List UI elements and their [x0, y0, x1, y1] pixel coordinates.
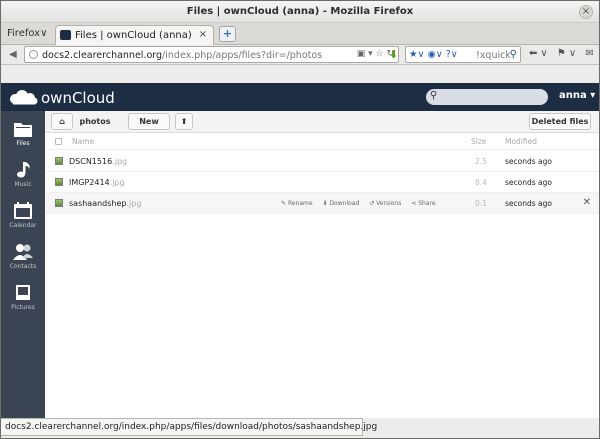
owncloud-logo-icon[interactable]	[7, 89, 39, 105]
calendar-icon	[14, 202, 32, 219]
tab-label: Files | ownCloud (anna)	[75, 30, 192, 41]
column-modified[interactable]: Modified	[505, 137, 537, 146]
files-controls: ⌂ photos New ⬆ Deleted files	[45, 111, 599, 133]
file-name[interactable]: sashaandshep.jpg	[69, 199, 141, 208]
download-action[interactable]: ⬇ Download	[322, 200, 359, 207]
delete-icon[interactable]: ✕	[583, 197, 591, 208]
firefox-menu-button[interactable]: Firefox∨	[7, 28, 47, 39]
deleted-files-button[interactable]: Deleted files	[529, 113, 591, 130]
nav-calendar-label: Calendar	[9, 222, 37, 229]
image-file-icon	[55, 199, 63, 207]
file-basename: DSCN1516	[69, 157, 113, 166]
share-action[interactable]: ⋖ Share	[411, 200, 435, 207]
file-basename: IMGP2414	[69, 178, 110, 187]
url-bar[interactable]: docs2.clearerchannel.org/index.php/apps/…	[24, 46, 399, 63]
site-identity-icon[interactable]	[29, 50, 38, 59]
share-label: Share	[418, 200, 436, 207]
file-row[interactable]: sashaandshep.jpg ✎ Rename ⬇ Download ↺ V…	[45, 193, 599, 214]
magnifier-icon[interactable]: ⚲	[510, 49, 517, 60]
nav-files-label: Files	[16, 140, 30, 147]
file-modified: seconds ago	[505, 199, 552, 208]
new-button[interactable]: New	[128, 113, 170, 130]
file-modified: seconds ago	[505, 178, 552, 187]
toolbar-extra-icons[interactable]: ⬅∨ ⚑∨ ✉	[529, 48, 597, 59]
file-size: 8.4	[475, 178, 487, 187]
window-close-button[interactable]: ×	[579, 5, 593, 19]
owncloud-search-input[interactable]: ⚲	[426, 89, 548, 105]
download-icon: ⬇	[322, 200, 328, 207]
owncloud-brand[interactable]: ownCloud	[41, 89, 115, 107]
rename-label: Rename	[287, 200, 313, 207]
back-arrow-icon[interactable]: ◀	[9, 49, 17, 60]
search-engine-icons[interactable]: ★∨ ◉∨ ?∨	[409, 49, 458, 60]
versions-label: Versions	[376, 200, 402, 207]
tab-bar: Firefox∨ Files | ownCloud (anna) × +	[1, 23, 599, 45]
owncloud-header: ownCloud ⚲ anna ▾	[1, 83, 599, 111]
image-file-icon	[55, 178, 63, 186]
status-link-url: docs2.clearerchannel.org/index.php/apps/…	[5, 422, 378, 432]
file-extension: .jpg	[109, 178, 125, 187]
window-title-bar: Files | ownCloud (anna) - Mozilla Firefo…	[1, 1, 599, 23]
nav-contacts-label: Contacts	[9, 263, 37, 270]
rename-action[interactable]: ✎ Rename	[281, 200, 313, 207]
nav-music[interactable]: Music	[1, 156, 45, 196]
nav-files[interactable]: Files	[1, 115, 45, 155]
file-size: 0.1	[475, 199, 487, 208]
nav-pictures-label: Pictures	[11, 304, 35, 311]
nav-calendar[interactable]: Calendar	[1, 197, 45, 237]
versions-action[interactable]: ↺ Versions	[369, 200, 401, 207]
folder-icon	[14, 123, 32, 137]
new-tab-button[interactable]: +	[219, 26, 236, 42]
user-menu[interactable]: anna ▾	[559, 90, 595, 101]
file-basename: sashaandshep	[69, 199, 127, 208]
window-title: Files | ownCloud (anna) - Mozilla Firefo…	[186, 6, 414, 17]
file-extension: .jpg	[112, 157, 128, 166]
url-host: docs2.clearerchannel.org	[42, 50, 163, 61]
app-navigation: Files Music Calendar Contacts Pictures	[1, 111, 45, 418]
file-table-header: Name Size Modified	[45, 134, 599, 150]
pencil-icon: ✎	[281, 200, 287, 207]
download-arrow-icon[interactable]: ⬇	[389, 48, 398, 61]
download-label: Download	[329, 200, 360, 207]
select-all-checkbox[interactable]	[55, 138, 62, 145]
search-input[interactable]: !xquick	[476, 50, 511, 61]
tab-owncloud-files[interactable]: Files | ownCloud (anna) ×	[55, 25, 214, 45]
share-icon: ⋖	[411, 200, 417, 207]
nav-contacts[interactable]: Contacts	[1, 238, 45, 278]
history-icon: ↺	[369, 200, 375, 207]
image-file-icon	[55, 157, 63, 165]
file-size: 2.5	[475, 157, 487, 166]
search-icon: ⚲	[430, 90, 438, 101]
file-name[interactable]: DSCN1516.jpg	[69, 157, 127, 166]
file-modified: seconds ago	[505, 157, 552, 166]
file-extension: .jpg	[126, 199, 142, 208]
nav-pictures[interactable]: Pictures	[1, 279, 45, 319]
breadcrumb-home-icon[interactable]: ⌂	[51, 113, 73, 130]
file-actions: ✎ Rename ⬇ Download ↺ Versions ⋖ Share	[281, 200, 444, 207]
file-name[interactable]: IMGP2414.jpg	[69, 178, 125, 187]
music-note-icon	[17, 162, 30, 178]
upload-arrow-icon[interactable]: ⬆	[175, 113, 193, 130]
search-bar[interactable]: ★∨ ◉∨ ?∨ !xquick ⚲	[405, 46, 521, 63]
contacts-icon	[13, 244, 33, 260]
status-bar: docs2.clearerchannel.org/index.php/apps/…	[1, 418, 377, 436]
files-content: ⌂ photos New ⬆ Deleted files Name Size M…	[45, 111, 599, 418]
file-row[interactable]: DSCN1516.jpg 2.5 seconds ago	[45, 151, 599, 172]
column-name[interactable]: Name	[72, 137, 94, 146]
firefox-window: Files | ownCloud (anna) - Mozilla Firefo…	[0, 0, 600, 439]
breadcrumb-photos[interactable]: photos	[73, 113, 117, 130]
tab-close-icon[interactable]: ×	[199, 29, 207, 40]
url-path: /index.php/apps/files?dir=/photos	[162, 50, 323, 61]
file-row[interactable]: IMGP2414.jpg 8.4 seconds ago	[45, 172, 599, 193]
navigation-toolbar: ◀ docs2.clearerchannel.org/index.php/app…	[1, 45, 599, 65]
nav-music-label: Music	[14, 181, 32, 188]
pictures-icon	[16, 285, 30, 300]
column-size[interactable]: Size	[471, 137, 486, 146]
url-text[interactable]: docs2.clearerchannel.org/index.php/apps/…	[42, 50, 322, 61]
owncloud-favicon-icon	[60, 30, 71, 40]
